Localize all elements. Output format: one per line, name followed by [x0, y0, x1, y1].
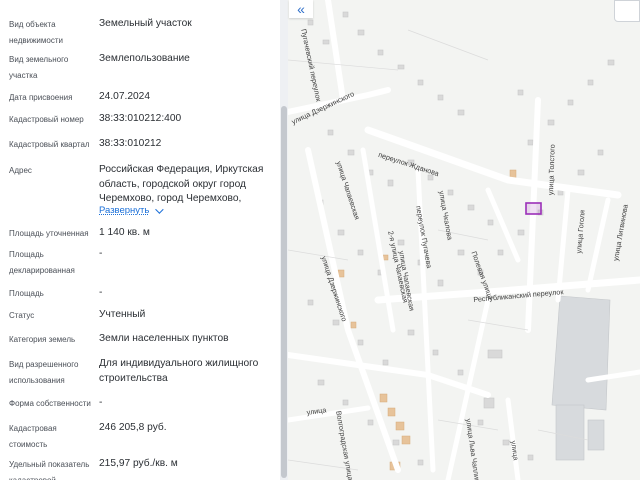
field-value: 215,97 руб./кв. м: [99, 458, 178, 469]
field-label: Статус: [9, 311, 35, 320]
field-label: Кадастровая стоимость: [9, 424, 57, 449]
field-value: Российская Федерация, Иркутская область,…: [99, 164, 264, 204]
map-control-button[interactable]: [614, 0, 640, 22]
expand-address-button[interactable]: Развернуть: [99, 204, 165, 216]
field-label: Площадь декларированная: [9, 250, 75, 275]
field-label: Удельный показатель кадастровой: [9, 460, 90, 480]
field-value: Учтенный: [99, 309, 146, 320]
chevron-down-icon: [155, 204, 165, 214]
field-label: Вид разрешенного использования: [9, 360, 79, 385]
field-label: Категория земель: [9, 335, 76, 344]
field-label: Вид земельного участка: [9, 55, 69, 80]
field-value: Землепользование: [99, 53, 190, 64]
scrollbar-thumb[interactable]: [281, 106, 287, 478]
field-value: Земли населенных пунктов: [99, 333, 229, 344]
collapse-panel-button[interactable]: «: [289, 0, 313, 18]
field-value: 246 205,8 руб.: [99, 422, 167, 433]
field-value: -: [99, 397, 103, 408]
expand-label: Развернуть: [99, 205, 150, 216]
street-label: улица Толстого: [546, 144, 557, 196]
field-label: Вид объекта недвижимости: [9, 20, 63, 45]
field-label: Форма собственности: [9, 399, 91, 408]
field-label: Адрес: [9, 166, 32, 175]
object-info-panel: Вид объекта недвижимости Земельный участ…: [0, 0, 281, 480]
double-chevron-left-icon: «: [297, 1, 305, 17]
field-value[interactable]: 38:33:010212: [99, 137, 271, 152]
field-value: Для индивидуального жилищного строительс…: [99, 358, 259, 384]
field-value: 1 140 кв. м: [99, 227, 150, 238]
field-label: Кадастровый квартал: [9, 140, 90, 149]
map-canvas: [288, 0, 640, 480]
field-label: Дата присвоения: [9, 93, 73, 102]
field-value[interactable]: 38:33:010212:400: [99, 112, 271, 127]
map-view[interactable]: Пугачевский переулок улица Дзержинского …: [288, 0, 640, 480]
field-label: Площадь уточненная: [9, 229, 89, 238]
panel-scrollbar[interactable]: [280, 0, 288, 480]
field-label: Площадь: [9, 289, 44, 298]
selected-parcel[interactable]: [525, 202, 542, 215]
field-value: -: [99, 287, 103, 298]
field-label: Кадастровый номер: [9, 115, 84, 124]
field-value: 24.07.2024: [99, 91, 150, 102]
field-value: -: [99, 248, 103, 259]
field-value: Земельный участок: [99, 18, 192, 29]
